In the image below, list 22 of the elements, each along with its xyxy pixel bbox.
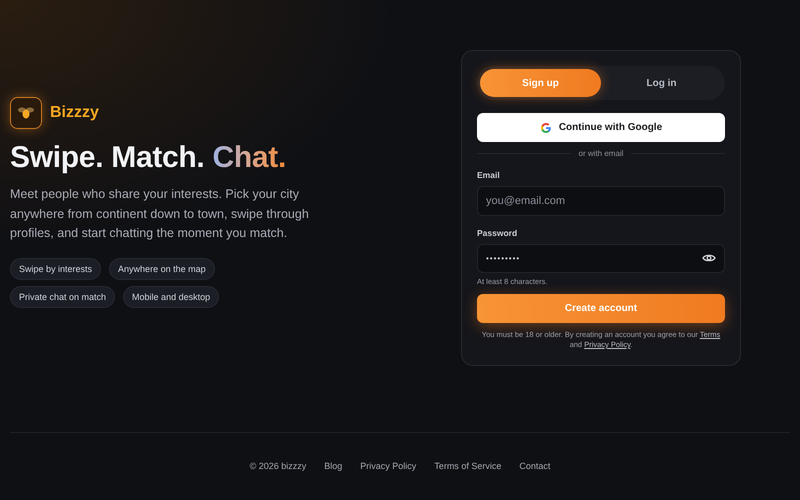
- footer-link[interactable]: Privacy Policy: [360, 461, 416, 471]
- feature-tag: Swipe by interests: [10, 258, 102, 280]
- google-button[interactable]: Continue with Google: [477, 113, 725, 142]
- footer-link[interactable]: Terms of Service: [434, 461, 502, 471]
- eye-icon[interactable]: [702, 253, 716, 264]
- feature-tag: Anywhere on the map: [109, 258, 215, 280]
- feature-tag: Private chat on match: [10, 286, 116, 308]
- copyright-text: © 2026 bizzzy: [250, 461, 306, 471]
- footer-link[interactable]: Blog: [324, 461, 342, 471]
- headline: Swipe. Match. Chat.: [10, 141, 288, 175]
- email-field[interactable]: you@email.com: [477, 186, 725, 216]
- auth-tab[interactable]: Log in: [601, 69, 722, 97]
- google-g-icon: [540, 122, 552, 134]
- bee-logo-icon: [10, 97, 42, 129]
- field-label: Password: [477, 228, 518, 238]
- password-field[interactable]: •••••••••: [477, 244, 725, 273]
- brand-name: Bizzzy: [50, 104, 99, 122]
- footer-link[interactable]: Contact: [519, 461, 550, 471]
- divider-label: or with email: [578, 149, 624, 158]
- field-label: Email: [477, 170, 501, 180]
- feature-tag: Mobile and desktop: [123, 286, 220, 308]
- intro-text: Meet people who share your interests. Pick your city anywhere from continent down to town, swipe through profiles, and start chatting the moment you match.: [10, 186, 310, 242]
